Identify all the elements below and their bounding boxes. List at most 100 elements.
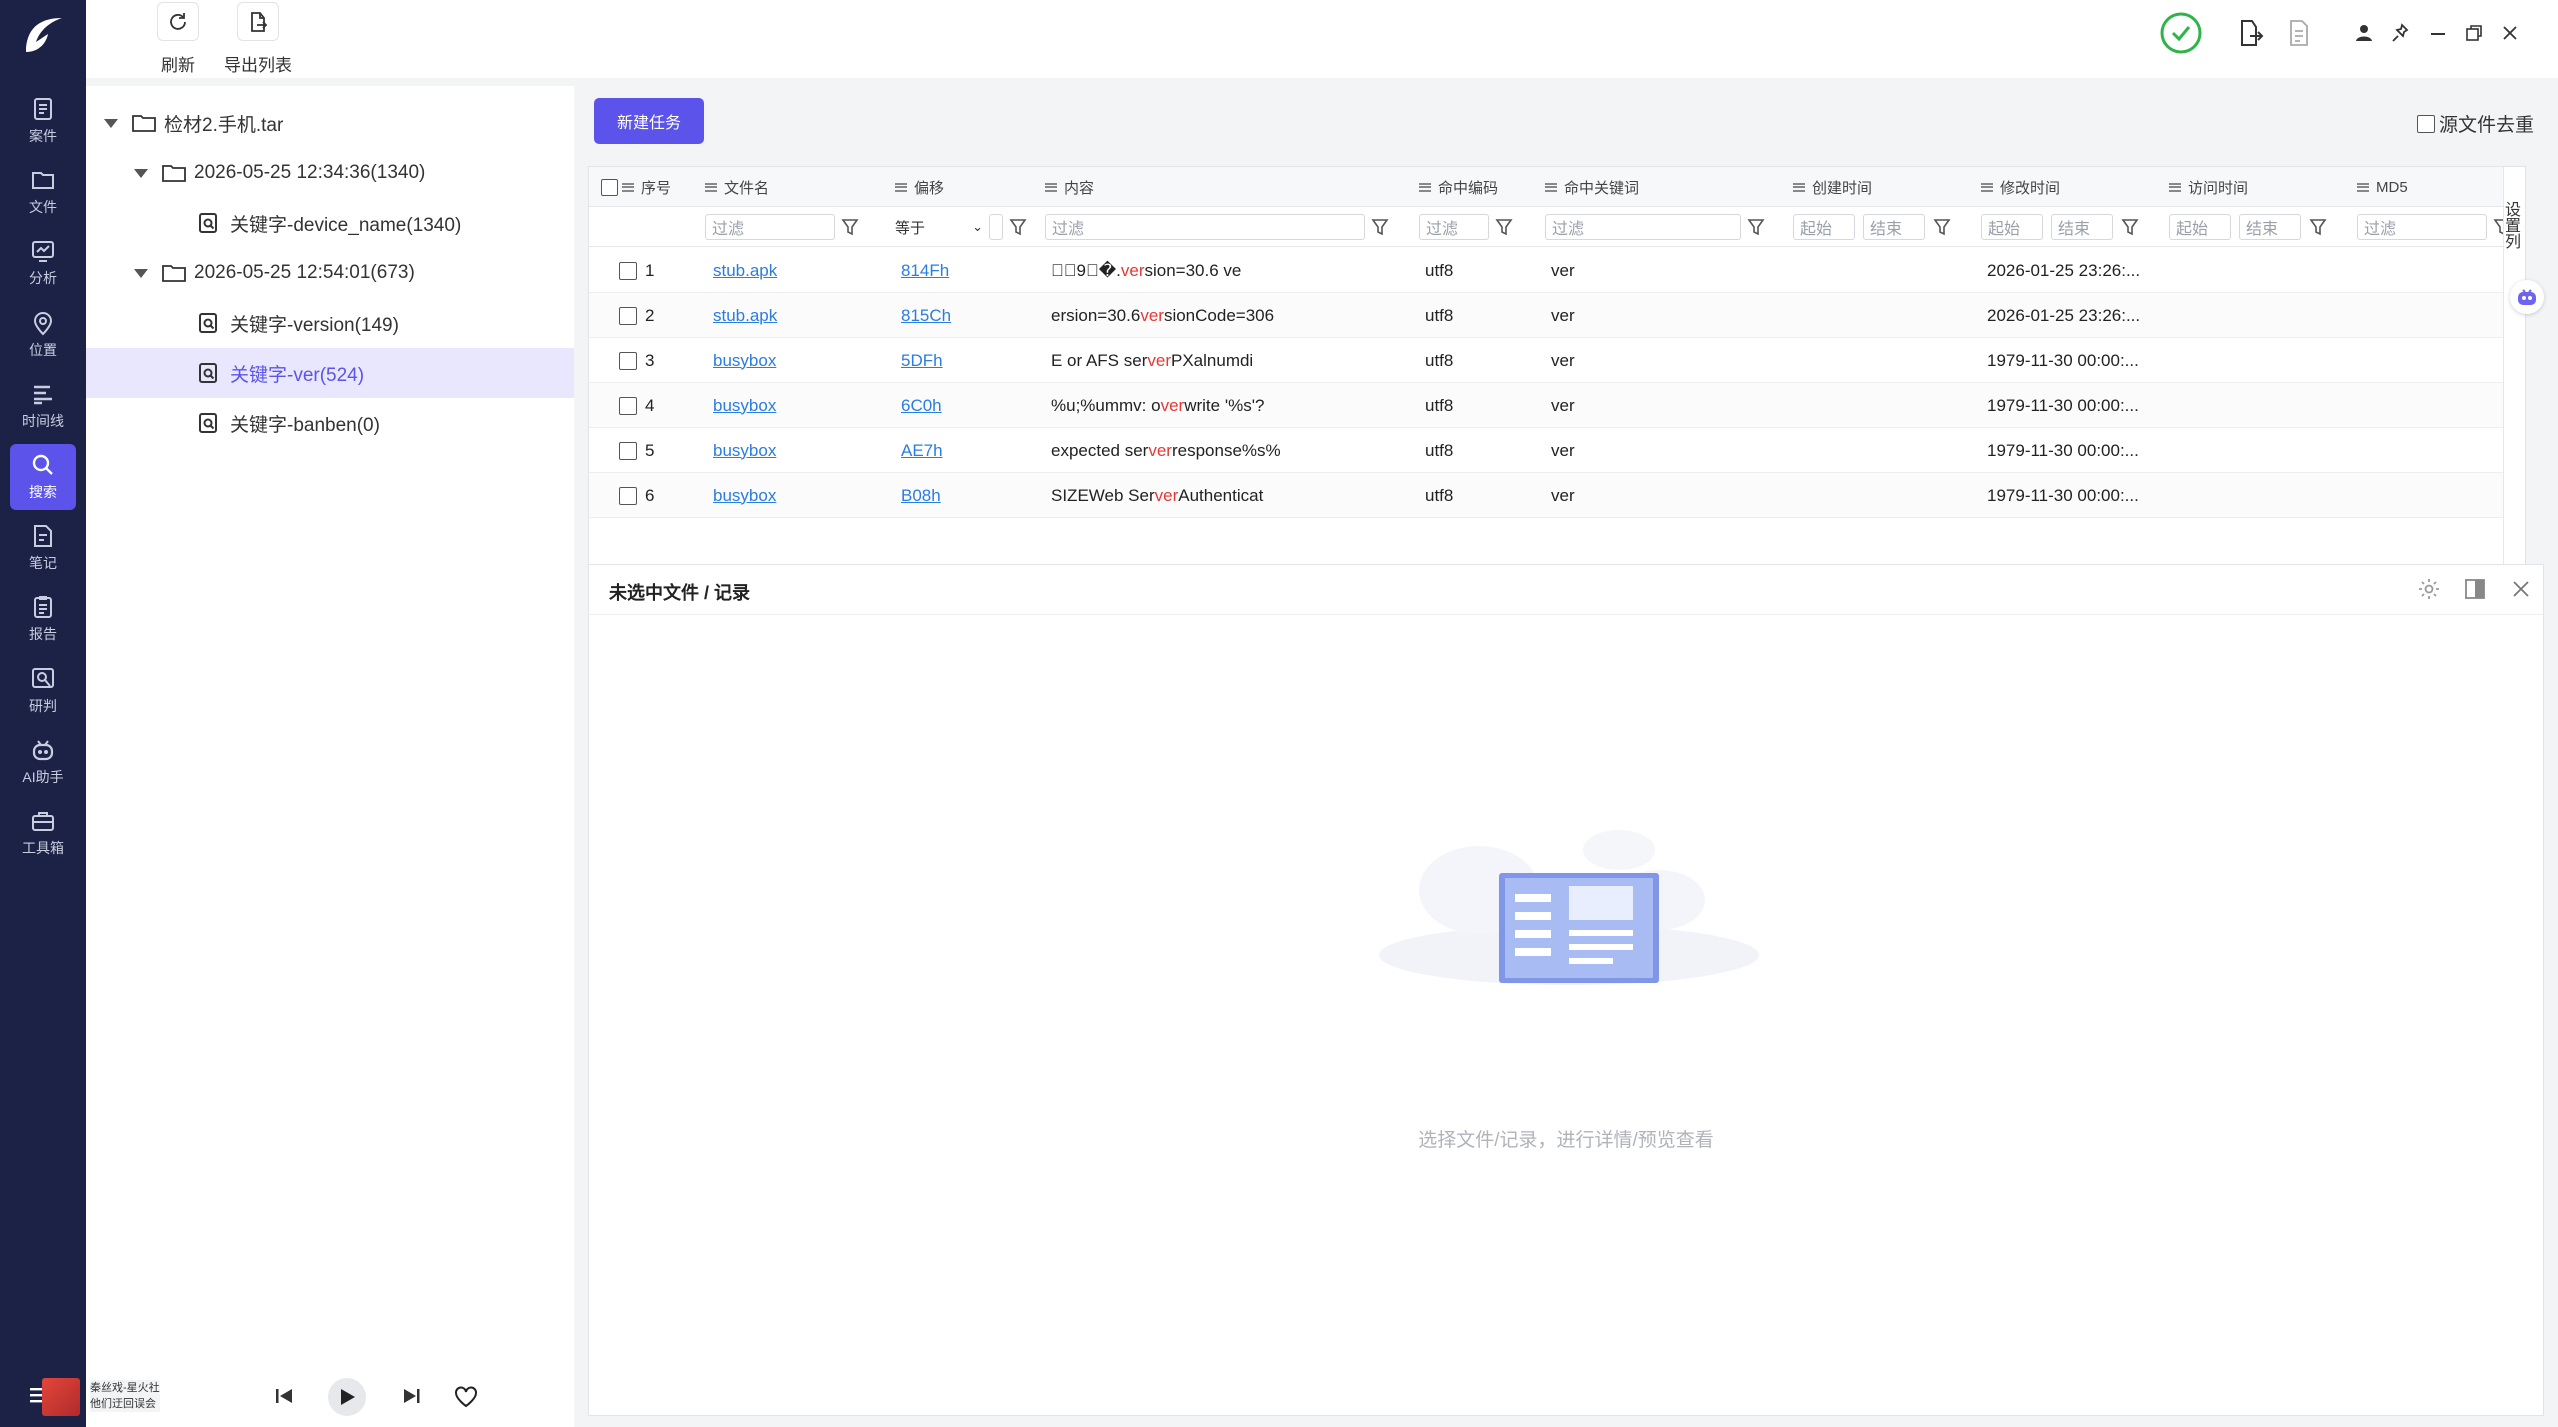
nav-item-analysis[interactable]: 分析 bbox=[10, 230, 76, 296]
column-header-encoding[interactable]: 命中编码 bbox=[1419, 167, 1498, 207]
tree-node-keyword-banben[interactable]: 关键字-banben(0) bbox=[86, 398, 574, 448]
filename-link[interactable]: busybox bbox=[713, 441, 776, 461]
restore-window-icon[interactable] bbox=[2460, 16, 2488, 50]
column-header-md5[interactable]: MD5 bbox=[2357, 167, 2408, 207]
row-checkbox[interactable] bbox=[619, 351, 637, 370]
modified-end-input[interactable]: 结束 bbox=[2051, 214, 2113, 240]
user-icon[interactable] bbox=[2350, 16, 2378, 50]
offset-link[interactable]: B08h bbox=[901, 486, 941, 506]
filter-funnel-icon[interactable] bbox=[1747, 217, 1765, 237]
column-header-created[interactable]: 创建时间 bbox=[1793, 167, 1872, 207]
table-row[interactable]: 2 stub.apk 815Ch ersion=30.6 ver sionCode=30… bbox=[589, 293, 2505, 338]
encoding-filter-input[interactable]: 过滤 bbox=[1419, 214, 1489, 240]
column-header-content[interactable]: 内容 bbox=[1045, 167, 1094, 207]
offset-link[interactable]: AE7h bbox=[901, 441, 943, 461]
modified-start-input[interactable]: 起始 bbox=[1981, 214, 2043, 240]
column-header-keyword[interactable]: 命中关键词 bbox=[1545, 167, 1639, 207]
content-filter-input[interactable]: 过滤 bbox=[1045, 214, 1365, 240]
table-row[interactable]: 1 stub.apk 814Fh  9�. ver sion=30.6 ve utf8 v… bbox=[589, 248, 2505, 293]
close-icon[interactable] bbox=[2509, 577, 2533, 601]
offset-link[interactable]: 5DFh bbox=[901, 351, 943, 371]
column-menu-icon[interactable] bbox=[895, 182, 907, 192]
accessed-start-input[interactable]: 起始 bbox=[2169, 214, 2231, 240]
gear-icon[interactable] bbox=[2417, 577, 2441, 601]
filename-link[interactable]: stub.apk bbox=[713, 306, 777, 326]
column-menu-icon[interactable] bbox=[1793, 182, 1805, 192]
tree-node-keyword-device-name[interactable]: 关键字-device_name(1340) bbox=[86, 198, 574, 248]
select-all-checkbox[interactable] bbox=[601, 178, 618, 196]
column-menu-icon[interactable] bbox=[1045, 182, 1057, 192]
filter-funnel-icon[interactable] bbox=[1371, 217, 1389, 237]
filename-link[interactable]: stub.apk bbox=[713, 261, 777, 281]
tree-node-keyword-version[interactable]: 关键字-version(149) bbox=[86, 298, 574, 348]
filename-link[interactable]: busybox bbox=[713, 351, 776, 371]
column-header-modified[interactable]: 修改时间 bbox=[1981, 167, 2060, 207]
nav-item-judgement[interactable]: 研判 bbox=[10, 658, 76, 724]
play-button[interactable] bbox=[328, 1378, 366, 1416]
filter-funnel-icon[interactable] bbox=[2121, 217, 2139, 237]
album-cover[interactable] bbox=[42, 1378, 80, 1416]
offset-link[interactable]: 815Ch bbox=[901, 306, 951, 326]
chevron-down-icon[interactable] bbox=[134, 268, 148, 278]
table-row[interactable]: 6 busybox B08h SIZEWeb Ser ver Authenticat ut… bbox=[589, 473, 2505, 518]
keyword-filter-input[interactable]: 过滤 bbox=[1545, 214, 1741, 240]
offset-link[interactable]: 814Fh bbox=[901, 261, 949, 281]
offset-filter-input[interactable] bbox=[989, 214, 1003, 240]
column-menu-icon[interactable] bbox=[622, 182, 634, 192]
column-settings-tab[interactable]: 设置列 bbox=[2502, 201, 2520, 249]
column-menu-icon[interactable] bbox=[1545, 182, 1557, 192]
split-view-icon[interactable] bbox=[2463, 577, 2487, 601]
table-row[interactable]: 3 busybox 5DFh E or AFS ser ver PXalnumdi utf8… bbox=[589, 338, 2505, 383]
column-menu-icon[interactable] bbox=[1419, 182, 1431, 192]
next-track-icon[interactable] bbox=[400, 1386, 422, 1411]
tree-node-session-2[interactable]: 2026-05-25 12:54:01(673) bbox=[86, 248, 574, 298]
tree-root[interactable]: 检材2.手机.tar bbox=[86, 98, 574, 148]
filename-link[interactable]: busybox bbox=[713, 486, 776, 506]
offset-link[interactable]: 6C0h bbox=[901, 396, 942, 416]
chevron-down-icon[interactable] bbox=[104, 118, 118, 128]
column-menu-icon[interactable] bbox=[705, 182, 717, 192]
table-row[interactable]: 4 busybox 6C0h %u;%ummv: o ver write '%s'? utf… bbox=[589, 383, 2505, 428]
filename-filter-input[interactable]: 过滤 bbox=[705, 214, 835, 240]
column-menu-icon[interactable] bbox=[2357, 182, 2369, 192]
nav-item-ai-assistant[interactable]: AI助手 bbox=[10, 729, 76, 795]
md5-filter-input[interactable]: 过滤 bbox=[2357, 214, 2487, 240]
nav-item-report[interactable]: 报告 bbox=[10, 586, 76, 652]
accessed-end-input[interactable]: 结束 bbox=[2239, 214, 2301, 240]
column-menu-icon[interactable] bbox=[2169, 182, 2181, 192]
filter-funnel-icon[interactable] bbox=[1009, 217, 1027, 237]
filter-funnel-icon[interactable] bbox=[2309, 217, 2327, 237]
export-list-button[interactable]: 导出列表 bbox=[218, 2, 298, 76]
filter-funnel-icon[interactable] bbox=[1933, 217, 1951, 237]
export-doc-icon[interactable] bbox=[2234, 16, 2268, 50]
filter-funnel-icon[interactable] bbox=[1495, 217, 1513, 237]
pin-icon[interactable] bbox=[2386, 16, 2414, 50]
report-doc-icon[interactable] bbox=[2282, 16, 2316, 50]
column-header-filename[interactable]: 文件名 bbox=[705, 167, 769, 207]
chevron-down-icon[interactable] bbox=[134, 168, 148, 178]
dedup-checkbox[interactable] bbox=[2416, 114, 2435, 133]
ai-assistant-float-button[interactable] bbox=[2510, 280, 2544, 314]
column-header-offset[interactable]: 偏移 bbox=[895, 167, 944, 207]
row-checkbox[interactable] bbox=[619, 306, 637, 325]
minimize-icon[interactable] bbox=[2424, 16, 2452, 50]
nav-item-notes[interactable]: 笔记 bbox=[10, 515, 76, 581]
row-checkbox[interactable] bbox=[619, 261, 637, 280]
previous-track-icon[interactable] bbox=[274, 1386, 296, 1411]
dedup-toggle[interactable]: 源文件去重 bbox=[2416, 110, 2534, 137]
row-checkbox[interactable] bbox=[619, 396, 637, 415]
filename-link[interactable]: busybox bbox=[713, 396, 776, 416]
refresh-button[interactable]: 刷新 bbox=[138, 2, 218, 76]
tree-node-keyword-ver[interactable]: 关键字-ver(524) bbox=[86, 348, 574, 398]
row-checkbox[interactable] bbox=[619, 486, 637, 505]
table-row[interactable]: 5 busybox AE7h expected ser ver response%s% u… bbox=[589, 428, 2505, 473]
nav-item-files[interactable]: 文件 bbox=[10, 159, 76, 225]
nav-item-case[interactable]: 案件 bbox=[10, 88, 76, 154]
status-check-icon[interactable] bbox=[2158, 12, 2204, 54]
tree-node-session-1[interactable]: 2026-05-25 12:34:36(1340) bbox=[86, 148, 574, 198]
filter-funnel-icon[interactable] bbox=[841, 217, 859, 237]
offset-operator-select[interactable]: 等于 ⌄ bbox=[895, 214, 989, 240]
column-header-accessed[interactable]: 访问时间 bbox=[2169, 167, 2248, 207]
column-menu-icon[interactable] bbox=[1981, 182, 1993, 192]
column-header-index[interactable]: 序号 bbox=[601, 167, 671, 207]
